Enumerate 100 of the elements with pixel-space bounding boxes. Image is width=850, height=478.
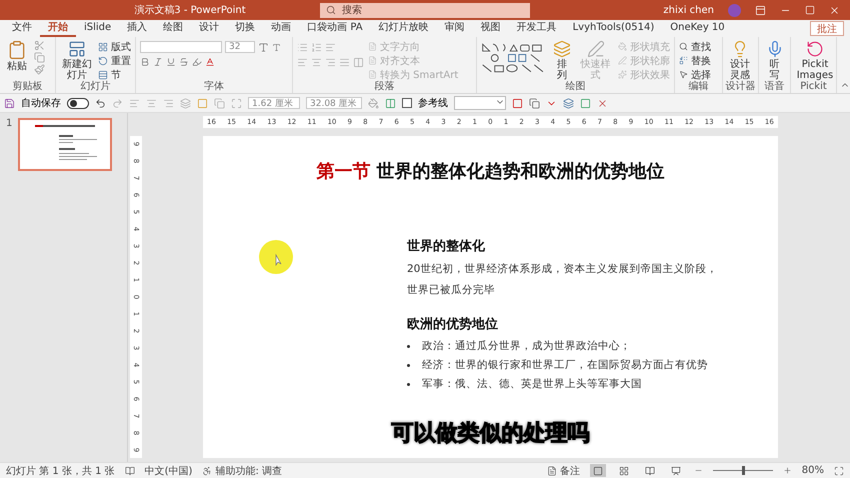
- pickit-images-button[interactable]: Pickit Images: [795, 40, 835, 81]
- ribbon-tab[interactable]: iSlide: [76, 20, 120, 37]
- group-label: 设计器: [726, 81, 756, 93]
- slide-number: 1: [6, 118, 12, 129]
- cursor-highlight-icon: [258, 239, 294, 275]
- align-icon: [146, 98, 157, 108]
- ribbon-tab[interactable]: LvyhTools(0514): [564, 20, 662, 37]
- video-caption: 可以做类似的处理吗: [392, 420, 590, 448]
- fit-to-window-icon: [834, 466, 844, 476]
- book-icon: [124, 466, 135, 476]
- font-name-field[interactable]: [140, 41, 222, 53]
- window-title: 演示文稿3 - PowerPoint: [133, 4, 246, 17]
- copy-icon: [214, 98, 225, 108]
- ribbon-tab[interactable]: 动画: [263, 20, 300, 37]
- body-text: 20世纪初，世界经济体系形成，资本主义发展到帝国主义阶段，: [407, 262, 718, 277]
- grow-font-icon: [258, 42, 269, 52]
- numbering-icon: [311, 42, 322, 52]
- accessibility-status[interactable]: 辅助功能: 调查: [202, 464, 282, 478]
- bullet-text: 军事：俄、法、德、英是世界上头等军事大国: [422, 377, 642, 392]
- italic-icon: [153, 57, 163, 67]
- align-center-icon: [311, 56, 322, 68]
- slide-title: 第一节 世界的整体化趋势和欧洲的优势地位: [316, 160, 665, 183]
- notes-button[interactable]: 备注: [546, 464, 580, 478]
- align-right-icon: [325, 56, 336, 68]
- layers-icon: [563, 98, 574, 108]
- scissors-icon: [34, 40, 45, 51]
- font-size-field[interactable]: 32: [225, 41, 255, 53]
- dropdown-field[interactable]: [454, 96, 506, 110]
- underline-icon: [166, 57, 176, 67]
- replace-button[interactable]: 替换: [679, 54, 711, 67]
- notes-icon: [546, 466, 557, 476]
- search-icon: [326, 5, 336, 15]
- autosave-toggle[interactable]: [67, 98, 89, 108]
- view-icon: [644, 466, 655, 476]
- guides-checkbox[interactable]: [402, 98, 412, 108]
- columns-icon: [353, 56, 364, 68]
- comments-button[interactable]: 批注: [810, 21, 844, 36]
- clipboard-icon: [7, 40, 27, 60]
- bold-icon: [140, 57, 150, 67]
- select-button[interactable]: 选择: [679, 68, 711, 81]
- text-icon: [368, 42, 377, 51]
- ribbon-tab[interactable]: 幻灯片放映: [370, 20, 437, 37]
- layout-button[interactable]: 版式: [98, 40, 131, 53]
- font-color-icon: [205, 57, 215, 67]
- bullet-icon: [407, 364, 410, 367]
- bullet-text: 政治：通过瓜分世界，成为世界政治中心；: [422, 339, 631, 354]
- height-field[interactable]: 32.08 厘米: [306, 97, 362, 109]
- ribbon-tab[interactable]: 口袋动画 PA: [299, 20, 371, 37]
- find-button[interactable]: 查找: [679, 40, 711, 53]
- section-heading: 欧洲的优势地位: [407, 316, 499, 333]
- shape-format-icon: [618, 70, 627, 79]
- highlighter-icon: [192, 57, 202, 67]
- ribbon-tab[interactable]: 切换: [227, 20, 264, 37]
- ribbon-tab[interactable]: 插入: [119, 20, 156, 37]
- new-slide-button[interactable]: 新建幻灯片: [60, 40, 94, 81]
- justify-icon: [339, 56, 350, 68]
- paste-button[interactable]: 粘贴: [4, 40, 30, 72]
- search-icon: [679, 42, 688, 51]
- view-icon: [592, 466, 603, 476]
- ribbon-tab[interactable]: 审阅: [436, 20, 473, 37]
- reset-icon: [98, 56, 108, 66]
- slide-thumbnail[interactable]: [18, 118, 112, 171]
- square-icon: [512, 98, 523, 108]
- align-icon: [129, 98, 140, 108]
- copy-icon: [529, 98, 540, 108]
- arrange-button[interactable]: 排列: [550, 40, 574, 81]
- ribbon-tab[interactable]: 视图: [472, 20, 509, 37]
- undo-icon: [95, 98, 106, 108]
- bullet-icon: [407, 345, 410, 348]
- autosave-label: 自动保存: [21, 97, 61, 110]
- ribbon-tab[interactable]: 绘图: [155, 20, 192, 37]
- guides-label: 参考线: [418, 96, 448, 110]
- view-icon: [618, 466, 629, 476]
- reset-button[interactable]: 重置: [98, 54, 131, 67]
- text-icon: [368, 56, 377, 65]
- group-label: 绘图: [566, 81, 586, 93]
- dictate-button[interactable]: 听写: [763, 40, 786, 81]
- width-field[interactable]: 1.62 厘米: [248, 97, 300, 109]
- copy-icon: [34, 52, 45, 63]
- slide-icon: [68, 40, 86, 58]
- group-label: 剪贴板: [12, 81, 42, 93]
- language: 中文(中国): [144, 464, 192, 478]
- design-ideas-button[interactable]: 设计灵感: [727, 40, 753, 81]
- bullet-icon: [407, 383, 410, 386]
- ribbon-tab[interactable]: OneKey 10: [662, 20, 733, 37]
- indent-icon: [325, 42, 336, 52]
- view-button[interactable]: [590, 464, 606, 477]
- zoom-slider-thumb[interactable]: [742, 466, 745, 475]
- ribbon-tab[interactable]: 开发工具: [508, 20, 565, 37]
- search-field[interactable]: 搜索: [320, 2, 530, 18]
- body-text: 世界已被瓜分完毕: [407, 283, 496, 298]
- align-icon: [163, 98, 174, 108]
- pen-icon: [586, 40, 605, 58]
- ribbon-tab[interactable]: 设计: [191, 20, 228, 37]
- slide-info: 幻灯片 第 1 张，共 1 张: [6, 464, 115, 478]
- group-label: Pickit: [800, 81, 827, 93]
- ribbon-tab[interactable]: 文件: [4, 20, 40, 37]
- layout-icon: [98, 42, 108, 52]
- section-button[interactable]: 节: [98, 68, 131, 81]
- zoom-level: 80%: [802, 465, 824, 476]
